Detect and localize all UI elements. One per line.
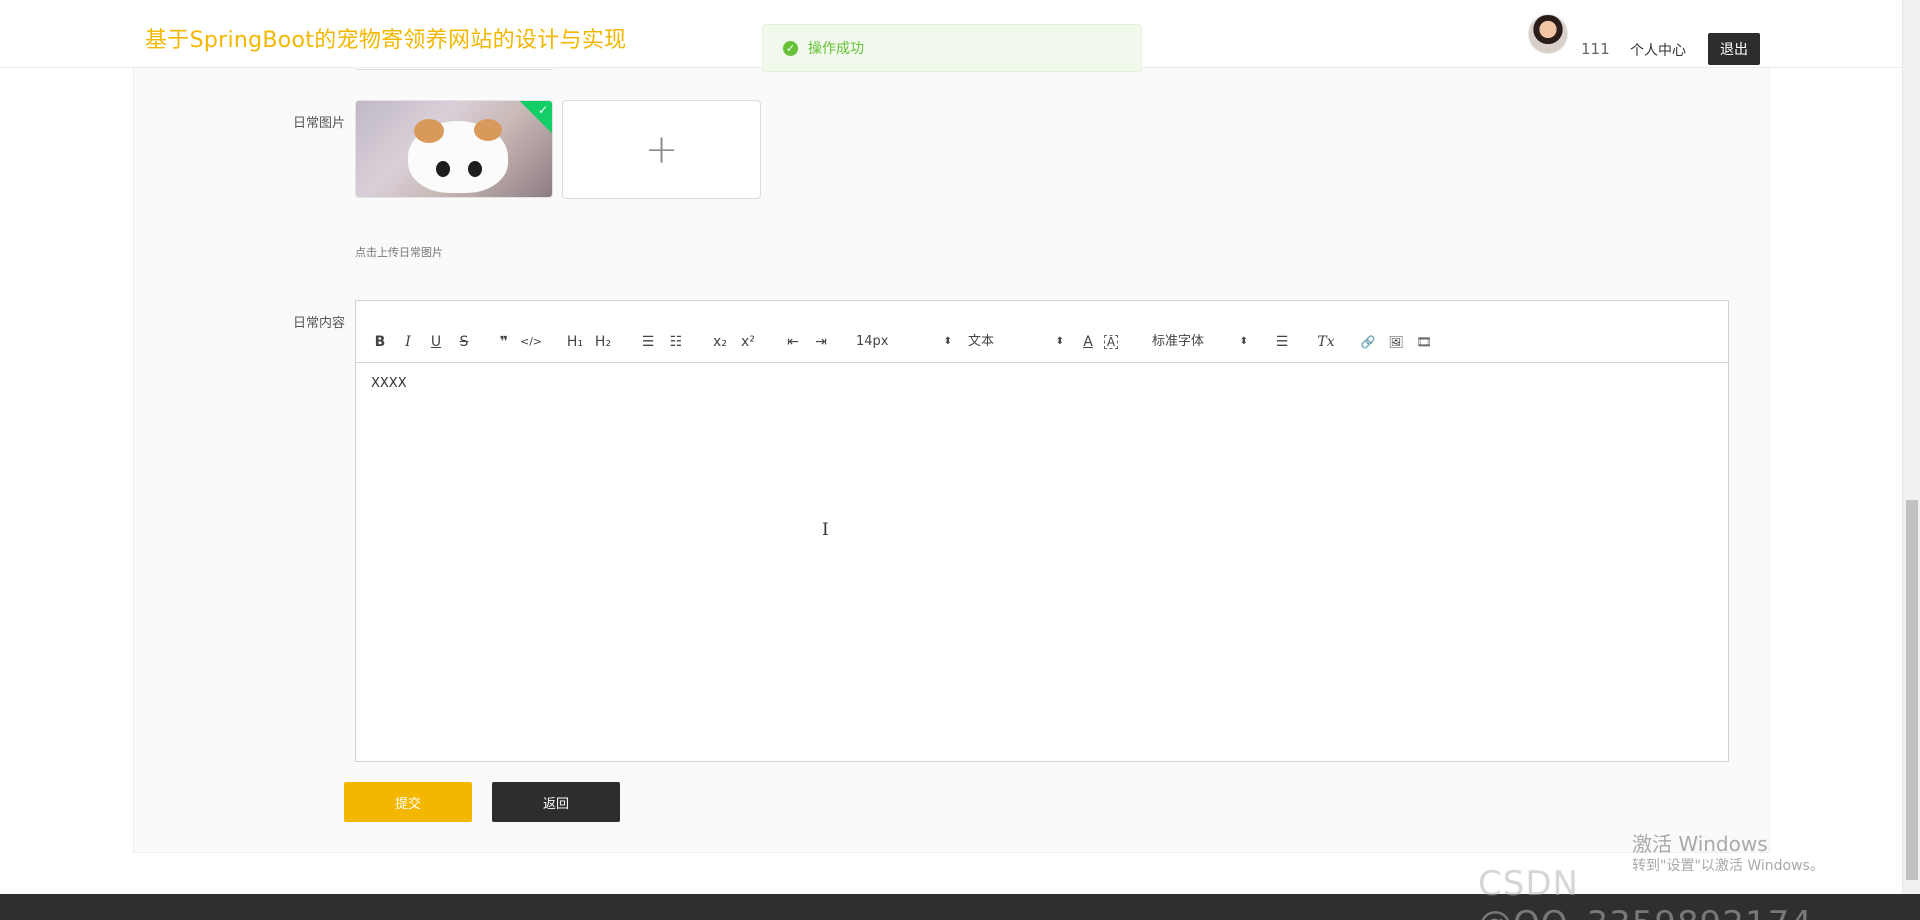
heading2-button[interactable]: H₂ xyxy=(593,331,613,353)
upload-photo-button[interactable]: + xyxy=(562,100,761,199)
plus-icon: + xyxy=(644,126,679,173)
font-family-value: 标准字体 xyxy=(1152,334,1205,349)
cat-image-eye xyxy=(436,161,450,177)
blockquote-button[interactable]: ❞ xyxy=(494,331,514,353)
uploaded-photo-thumbnail[interactable]: ✓ xyxy=(355,100,553,198)
image-icon[interactable]: 🖼 xyxy=(1386,331,1406,353)
profile-link[interactable]: 个人中心 xyxy=(1630,40,1686,60)
success-toast: ✓ 操作成功 xyxy=(762,24,1142,72)
check-icon: ✓ xyxy=(537,103,548,117)
csdn-watermark: CSDN @QQ_3359892174 xyxy=(1478,864,1812,920)
ordered-list-button[interactable]: ☰ xyxy=(638,331,658,353)
background-color-button[interactable]: A xyxy=(1104,335,1118,349)
underline-button[interactable]: U xyxy=(426,331,446,353)
avatar[interactable] xyxy=(1528,14,1568,54)
italic-button[interactable]: I xyxy=(398,331,418,353)
site-title[interactable]: 基于SpringBoot的宠物寄领养网站的设计与实现 xyxy=(145,22,626,54)
editor-toolbar: B I U S ❞ </> H₁ H₂ ☰ ☷ x₂ x² ⇤ ⇥ 14px ⬍… xyxy=(356,321,1728,363)
upload-hint: 点击上传日常图片 xyxy=(355,246,443,259)
logout-button[interactable]: 退出 xyxy=(1708,33,1760,65)
text-cursor-icon: I xyxy=(822,520,829,540)
header-select-value: 文本 xyxy=(968,334,995,349)
bullet-list-button[interactable]: ☷ xyxy=(666,331,686,353)
video-icon[interactable]: 🎞 xyxy=(1414,331,1434,353)
strike-button[interactable]: S xyxy=(454,331,474,353)
bold-button[interactable]: B xyxy=(370,331,390,353)
editor-content-area[interactable]: XXXX xyxy=(356,364,1728,761)
photo-label: 日常图片 xyxy=(292,116,345,131)
editor-content-text: XXXX xyxy=(371,376,407,391)
font-color-button[interactable]: A xyxy=(1078,331,1098,353)
cat-image-patch xyxy=(414,119,444,143)
clear-format-button[interactable]: Tx xyxy=(1316,331,1336,353)
scrollbar-thumb[interactable] xyxy=(1906,500,1918,880)
align-button[interactable]: ☰ xyxy=(1272,331,1292,353)
check-circle-icon: ✓ xyxy=(783,40,798,56)
font-size-select[interactable]: 14px ⬍ xyxy=(856,331,952,353)
username: 111 xyxy=(1581,40,1610,58)
cat-image-patch xyxy=(474,119,502,141)
rich-text-editor: B I U S ❞ </> H₁ H₂ ☰ ☷ x₂ x² ⇤ ⇥ 14px ⬍… xyxy=(355,300,1729,762)
code-block-button[interactable]: </> xyxy=(520,331,542,353)
outdent-button[interactable]: ⇤ xyxy=(783,331,803,353)
cat-image-eye xyxy=(468,161,482,177)
chevron-updown-icon: ⬍ xyxy=(1055,336,1064,347)
header-select[interactable]: 文本 ⬍ xyxy=(968,331,1064,353)
chevron-updown-icon: ⬍ xyxy=(943,336,952,347)
link-icon[interactable]: 🔗 xyxy=(1358,331,1378,353)
back-button[interactable]: 返回 xyxy=(492,782,620,822)
windows-activation-title: 激活 Windows xyxy=(1632,832,1768,856)
content-label: 日常内容 xyxy=(292,316,345,331)
vertical-scrollbar[interactable] xyxy=(1902,0,1920,894)
font-family-select[interactable]: 标准字体 ⬍ xyxy=(1152,331,1248,353)
toast-message: 操作成功 xyxy=(808,41,864,57)
heading1-button[interactable]: H₁ xyxy=(565,331,585,353)
submit-button[interactable]: 提交 xyxy=(344,782,472,822)
superscript-button[interactable]: x² xyxy=(738,331,758,353)
font-size-value: 14px xyxy=(856,334,889,349)
indent-button[interactable]: ⇥ xyxy=(811,331,831,353)
subscript-button[interactable]: x₂ xyxy=(710,331,730,353)
chevron-updown-icon: ⬍ xyxy=(1239,336,1248,347)
